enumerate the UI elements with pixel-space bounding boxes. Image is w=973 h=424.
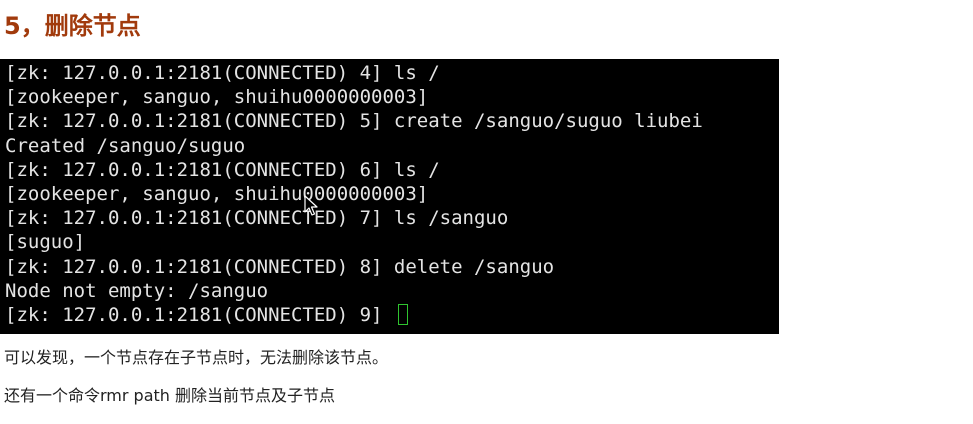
terminal-line: [zk: 127.0.0.1:2181(CONNECTED) 8] delete… bbox=[5, 255, 555, 278]
rmr-command-note: 还有一个命令rmr path 删除当前节点及子节点 bbox=[4, 386, 336, 405]
terminal-line: [zk: 127.0.0.1:2181(CONNECTED) 4] ls / bbox=[5, 62, 440, 84]
terminal-cursor bbox=[397, 303, 408, 325]
terminal-line: [zk: 127.0.0.1:2181(CONNECTED) 7] ls /sa… bbox=[5, 207, 509, 230]
terminal-prompt-line: [zk: 127.0.0.1:2181(CONNECTED) 9] bbox=[5, 303, 703, 327]
terminal-line: Node not empty: /sanguo bbox=[5, 279, 269, 302]
terminal-line: [zk: 127.0.0.1:2181(CONNECTED) 5] create… bbox=[5, 110, 703, 133]
terminal-line: [zk: 127.0.0.1:2181(CONNECTED) 6] ls / bbox=[5, 158, 440, 181]
terminal-line: [zookeeper, sanguo, shuihu0000000003] bbox=[5, 182, 429, 205]
section-heading: 5，删除节点 bbox=[4, 12, 141, 40]
terminal-screenshot: [zk: 127.0.0.1:2181(CONNECTED) 4] ls / [… bbox=[0, 59, 779, 334]
explanation-text: 可以发现，一个节点存在子节点时，无法删除该节点。 bbox=[4, 348, 389, 367]
arrow-cursor-icon bbox=[304, 195, 318, 216]
terminal-line: Created /sanguo/suguo bbox=[5, 134, 246, 157]
terminal-line: [suguo] bbox=[5, 231, 86, 254]
terminal-line: [zookeeper, sanguo, shuihu0000000003] bbox=[5, 86, 429, 109]
terminal-output: [zk: 127.0.0.1:2181(CONNECTED) 4] ls / [… bbox=[5, 61, 703, 327]
terminal-prompt: [zk: 127.0.0.1:2181(CONNECTED) 9] bbox=[5, 303, 394, 326]
